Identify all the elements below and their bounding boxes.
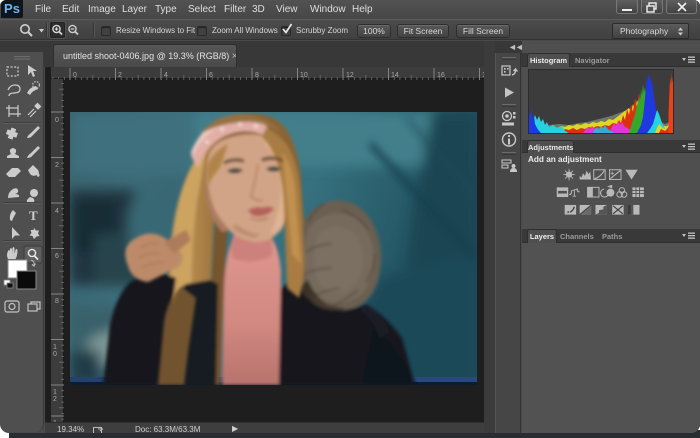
svg-text:1: 1 [53, 344, 57, 351]
svg-text:6: 6 [55, 253, 59, 260]
svg-text:4: 4 [55, 208, 59, 215]
svg-text:10: 10 [300, 72, 308, 79]
svg-text:2: 2 [55, 162, 59, 169]
svg-text:0: 0 [73, 72, 77, 79]
svg-text:2: 2 [53, 396, 57, 403]
svg-text:4: 4 [164, 72, 168, 79]
svg-text:0: 0 [55, 117, 59, 124]
svg-text:8: 8 [255, 72, 259, 79]
svg-text:0: 0 [53, 351, 57, 358]
svg-text:T: T [29, 208, 38, 223]
svg-text:16: 16 [437, 72, 445, 79]
svg-text:8: 8 [55, 298, 59, 305]
svg-text:1: 1 [53, 389, 57, 396]
svg-text:12: 12 [346, 72, 354, 79]
svg-text:14: 14 [391, 72, 399, 79]
